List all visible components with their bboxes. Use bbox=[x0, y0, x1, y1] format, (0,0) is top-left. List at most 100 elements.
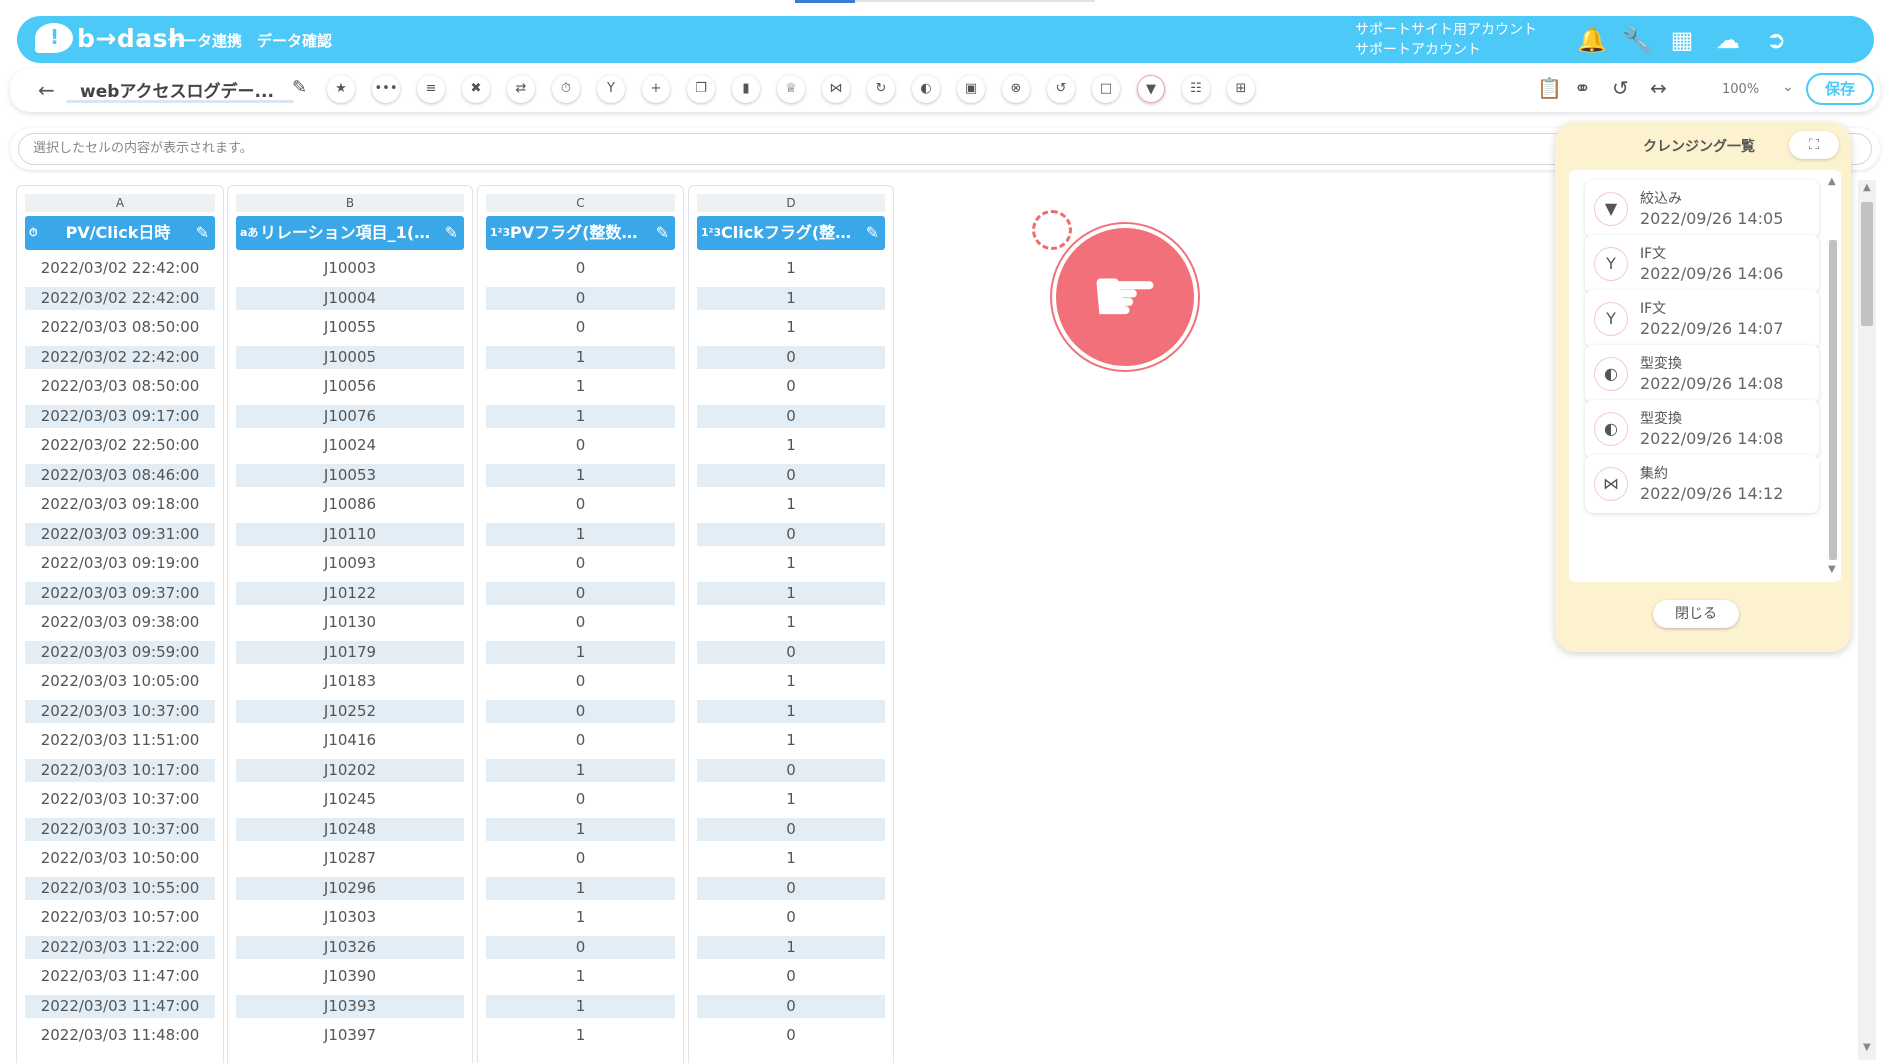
table-cell[interactable]: 1 bbox=[486, 372, 675, 402]
table-cell[interactable]: 2022/03/03 09:17:00 bbox=[25, 404, 215, 428]
table-cell[interactable]: J10303 bbox=[236, 903, 464, 933]
page-scroll-thumb[interactable] bbox=[1861, 202, 1873, 326]
table-cell[interactable]: J10416 bbox=[236, 726, 464, 756]
table-cell[interactable]: 2022/03/03 10:50:00 bbox=[25, 844, 215, 874]
grid-split-icon[interactable]: ☷ bbox=[1182, 75, 1210, 103]
favorite-star-icon[interactable]: ★ bbox=[327, 75, 355, 103]
table-cell[interactable]: 2022/03/03 11:47:00 bbox=[25, 994, 215, 1018]
page-title[interactable]: webアクセスログデー... bbox=[80, 77, 274, 102]
table-cell[interactable]: J10005 bbox=[236, 345, 464, 369]
table-cell[interactable]: J10248 bbox=[236, 817, 464, 841]
table-cell[interactable]: J10093 bbox=[236, 549, 464, 579]
edit-pencil-icon[interactable]: ✎ bbox=[866, 216, 879, 250]
table-cell[interactable]: 2022/03/03 11:51:00 bbox=[25, 726, 215, 756]
frame-icon[interactable]: □ bbox=[1092, 75, 1120, 103]
save-button[interactable]: 保存 bbox=[1806, 73, 1874, 105]
chat-bot-icon[interactable]: ☁ bbox=[1714, 26, 1742, 54]
table-cell[interactable]: 0 bbox=[486, 254, 675, 284]
table-cell[interactable]: 0 bbox=[697, 876, 885, 900]
table-cell[interactable]: 0 bbox=[697, 372, 885, 402]
table-cell[interactable]: 1 bbox=[697, 286, 885, 310]
table-cell[interactable]: 1 bbox=[697, 490, 885, 520]
table-cell[interactable]: 1 bbox=[697, 935, 885, 959]
table-cell[interactable]: J10393 bbox=[236, 994, 464, 1018]
column-letter[interactable]: A bbox=[25, 194, 215, 212]
table-cell[interactable]: 2022/03/03 10:37:00 bbox=[25, 699, 215, 723]
table-cell[interactable]: J10179 bbox=[236, 640, 464, 664]
table-cell[interactable]: J10003 bbox=[236, 254, 464, 284]
convert-icon[interactable]: ◐ bbox=[912, 75, 940, 103]
branch-icon[interactable]: Y bbox=[597, 75, 625, 103]
share-icon[interactable]: ⚭ bbox=[1574, 76, 1591, 100]
table-cell[interactable]: 1 bbox=[697, 431, 885, 461]
close-button[interactable]: 閉じる bbox=[1653, 600, 1739, 628]
table-cell[interactable]: J10086 bbox=[236, 490, 464, 520]
cleansing-item[interactable]: ⋈ 集約 2022/09/26 14:12 bbox=[1585, 455, 1819, 513]
logout-icon[interactable]: ➲ bbox=[1762, 26, 1790, 54]
table-cell[interactable]: 0 bbox=[697, 903, 885, 933]
table-cell[interactable]: 1 bbox=[697, 844, 885, 874]
table-cell[interactable]: 1 bbox=[697, 699, 885, 723]
table-cell[interactable]: 1 bbox=[697, 254, 885, 284]
table-cell[interactable]: 0 bbox=[486, 699, 675, 723]
table-cell[interactable]: 2022/03/02 22:42:00 bbox=[25, 286, 215, 310]
table-cell[interactable]: 1 bbox=[486, 1021, 675, 1051]
table-cell[interactable]: J10296 bbox=[236, 876, 464, 900]
table-cell[interactable]: 0 bbox=[486, 785, 675, 815]
merge-icon[interactable]: ⇄ bbox=[507, 75, 535, 103]
table-cell[interactable]: J10110 bbox=[236, 522, 464, 546]
crown-icon[interactable]: ♕ bbox=[777, 75, 805, 103]
column-letter[interactable]: D bbox=[697, 194, 885, 212]
table-cell[interactable]: 0 bbox=[697, 758, 885, 782]
table-cell[interactable]: 2022/03/03 09:18:00 bbox=[25, 490, 215, 520]
cleansing-item[interactable]: ▼ 絞込み 2022/09/26 14:05 bbox=[1585, 180, 1819, 238]
table-cell[interactable]: 1 bbox=[486, 817, 675, 841]
table-cell[interactable]: J10252 bbox=[236, 699, 464, 723]
nav-data-check[interactable]: データ確認 bbox=[257, 30, 332, 51]
table-cell[interactable]: 2022/03/03 10:05:00 bbox=[25, 667, 215, 697]
table-cell[interactable]: 2022/03/03 10:17:00 bbox=[25, 758, 215, 782]
apps-grid-icon[interactable]: ▦ bbox=[1668, 26, 1696, 54]
delete-icon[interactable]: ▮ bbox=[732, 75, 760, 103]
column-header[interactable]: ⏱ PV/Click日時 ✎ bbox=[25, 216, 215, 250]
cleansing-item[interactable]: ◐ 型変換 2022/09/26 14:08 bbox=[1585, 400, 1819, 458]
page-scrollbar[interactable]: ▲ ▼ bbox=[1858, 180, 1876, 1060]
table-cell[interactable]: 2022/03/03 10:55:00 bbox=[25, 876, 215, 900]
copy-icon[interactable]: ❐ bbox=[687, 75, 715, 103]
rename-pencil-icon[interactable]: ✎ bbox=[292, 77, 307, 98]
cleansing-item[interactable]: Y IF文 2022/09/26 14:06 bbox=[1585, 235, 1819, 293]
table-cell[interactable]: 0 bbox=[486, 935, 675, 959]
table-cell[interactable]: 1 bbox=[486, 962, 675, 992]
table-cell[interactable]: 0 bbox=[486, 667, 675, 697]
refresh-icon[interactable]: ↺ bbox=[1047, 75, 1075, 103]
table-cell[interactable]: 0 bbox=[697, 817, 885, 841]
column-letter[interactable]: B bbox=[236, 194, 464, 212]
table-cell[interactable]: 2022/03/03 11:48:00 bbox=[25, 1021, 215, 1051]
table-cell[interactable]: 0 bbox=[486, 726, 675, 756]
table-cell[interactable]: 2022/03/02 22:50:00 bbox=[25, 431, 215, 461]
nav-data-link[interactable]: データ連携 bbox=[167, 30, 242, 51]
table-cell[interactable]: 0 bbox=[486, 490, 675, 520]
table-cell[interactable]: 1 bbox=[697, 785, 885, 815]
table-cell[interactable]: 0 bbox=[486, 549, 675, 579]
table-cell[interactable]: 0 bbox=[697, 404, 885, 428]
table-cell[interactable]: 0 bbox=[697, 1021, 885, 1051]
table-cell[interactable]: 0 bbox=[697, 463, 885, 487]
scroll-up-icon[interactable]: ▲ bbox=[1828, 176, 1836, 187]
history-icon[interactable]: ↺ bbox=[1612, 76, 1629, 100]
table-cell[interactable]: 0 bbox=[486, 608, 675, 638]
box-icon[interactable]: ▣ bbox=[957, 75, 985, 103]
column-header[interactable]: 1²3PVフラグ(整数型)(… ✎ bbox=[486, 216, 675, 250]
table-cell[interactable]: J10183 bbox=[236, 667, 464, 697]
edit-pencil-icon[interactable]: ✎ bbox=[656, 216, 669, 250]
panel-scroll-thumb[interactable] bbox=[1829, 240, 1837, 560]
table-cell[interactable]: 2022/03/03 09:59:00 bbox=[25, 640, 215, 664]
timer-icon[interactable]: ⏱ bbox=[552, 75, 580, 103]
table-cell[interactable]: 2022/03/03 10:37:00 bbox=[25, 785, 215, 815]
table-cell[interactable]: J10004 bbox=[236, 286, 464, 310]
bell-icon[interactable]: 🔔 bbox=[1577, 26, 1607, 54]
table-cell[interactable]: 1 bbox=[486, 345, 675, 369]
table-cell[interactable]: 1 bbox=[486, 876, 675, 900]
logo[interactable]: b→dash bbox=[35, 23, 186, 53]
table-cell[interactable]: 1 bbox=[697, 667, 885, 697]
